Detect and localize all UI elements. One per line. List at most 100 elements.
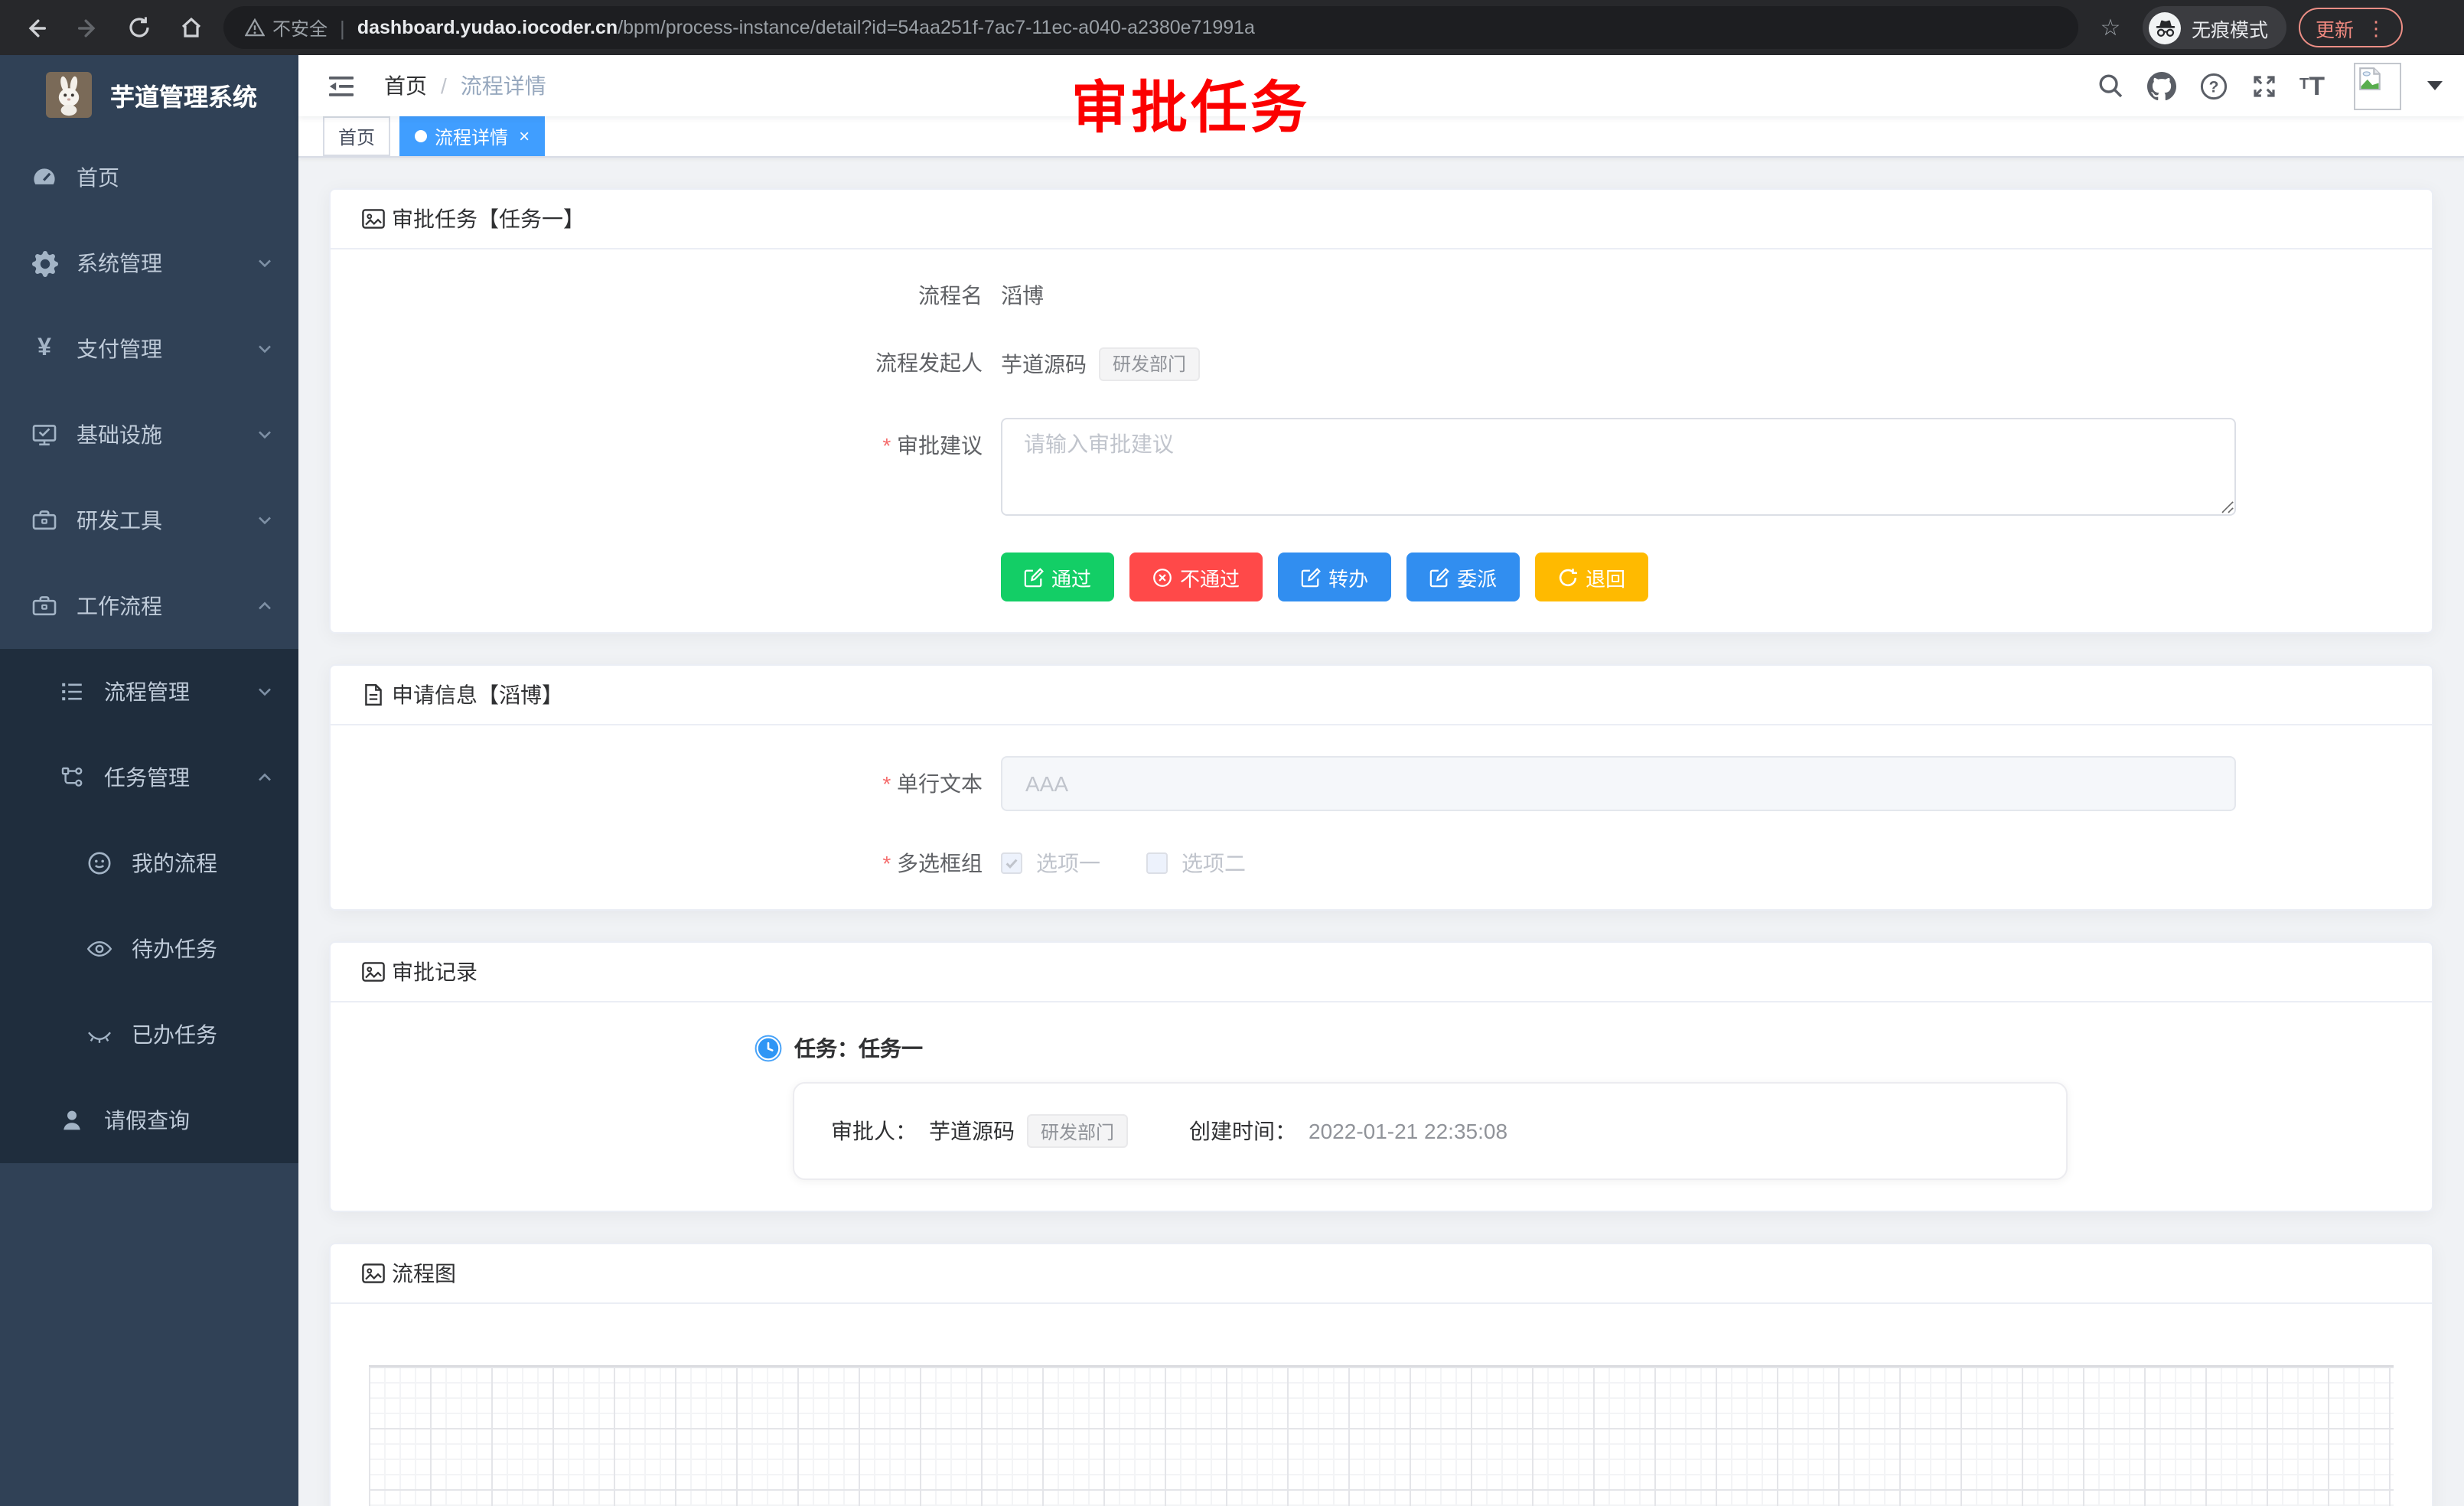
help-icon[interactable]: ?: [2198, 71, 2228, 100]
document-icon: [361, 683, 386, 708]
url-domain: dashboard.yudao.iocoder.cn: [357, 17, 618, 38]
task-title: 任务：任务一: [794, 1034, 923, 1064]
bpmn-canvas-grid[interactable]: [369, 1366, 2394, 1506]
picture-icon: [361, 207, 386, 232]
sidebar-item-process-mgmt[interactable]: 流程管理: [0, 649, 298, 735]
font-size-icon[interactable]: TT: [2299, 73, 2325, 99]
sidebar-item-todo-tasks[interactable]: 待办任务: [0, 906, 298, 992]
sidebar-item-label: 请假查询: [104, 1105, 274, 1136]
initiator-dept-tag: 研发部门: [1099, 348, 1200, 382]
checkbox-group-row: 多选框组 选项一 选项二: [369, 849, 2394, 879]
checkbox-unchecked-icon: [1146, 853, 1168, 875]
briefcase-icon: [31, 592, 58, 620]
chevron-down-icon: [256, 425, 274, 444]
sidebar-item-workflow[interactable]: 工作流程: [0, 563, 298, 649]
record-detail-card: 审批人：芋道源码 研发部门 创建时间： 2022-01-21 22:35:08: [793, 1083, 2068, 1181]
sidebar-item-leave-query[interactable]: 请假查询: [0, 1077, 298, 1163]
breadcrumb-separator: /: [441, 73, 447, 98]
reload-icon[interactable]: [119, 8, 159, 47]
sidebar-item-home[interactable]: 首页: [0, 135, 298, 220]
sidebar-item-infra[interactable]: 基础设施: [0, 392, 298, 478]
single-text-label: 单行文本: [369, 757, 1001, 812]
create-time-line: 创建时间： 2022-01-21 22:35:08: [1189, 1116, 1507, 1147]
user-icon: [58, 1107, 86, 1134]
sidebar-item-done-tasks[interactable]: 已办任务: [0, 992, 298, 1077]
search-icon[interactable]: [2096, 72, 2123, 99]
sidebar-item-label: 首页: [77, 162, 274, 193]
sidebar-item-system[interactable]: 系统管理: [0, 220, 298, 306]
sidebar-toggle-icon[interactable]: [317, 74, 366, 97]
sidebar-item-label: 工作流程: [77, 591, 237, 621]
page-content: 审批任务【任务一】 流程名 滔博 流程发起人 芋道源码 研发部门: [298, 158, 2464, 1506]
breadcrumb-home[interactable]: 首页: [384, 70, 427, 101]
tag-home[interactable]: 首页: [323, 116, 390, 156]
app-shell: 芋道管理系统 首页 系统管理 ¥ 支付管理 基础设施: [0, 55, 2464, 1506]
avatar-caret-icon[interactable]: [2427, 81, 2443, 90]
security-warning[interactable]: 不安全: [245, 15, 328, 41]
url-text: dashboard.yudao.iocoder.cn/bpm/process-i…: [357, 17, 1255, 38]
approve-button[interactable]: 通过: [1001, 553, 1114, 602]
flow-chart-card-header: 流程图: [331, 1245, 2432, 1305]
approve-task-card-body: 流程名 滔博 流程发起人 芋道源码 研发部门 审批建议: [331, 250, 2432, 633]
refresh-left-icon: [1558, 568, 1578, 588]
clock-icon: [755, 1035, 782, 1063]
single-text-row: 单行文本: [369, 757, 2394, 812]
top-navbar: 首页 / 流程详情 审批任务 ? TT: [298, 55, 2464, 116]
flow-chart-card: 流程图: [329, 1244, 2433, 1506]
approve-actions: 通过 不通过 转办 委: [1001, 553, 2394, 602]
sidebar-item-task-mgmt[interactable]: 任务管理: [0, 735, 298, 820]
avatar[interactable]: [2354, 62, 2401, 109]
navbar-tools: ? TT: [2096, 62, 2443, 109]
flow-chart-card-body: [331, 1305, 2432, 1506]
sidebar-item-label: 基础设施: [77, 419, 237, 450]
yen-icon: ¥: [31, 335, 58, 363]
card-title: 审批记录: [392, 957, 477, 988]
address-bar[interactable]: 不安全 | dashboard.yudao.iocoder.cn/bpm/pro…: [223, 6, 2078, 49]
suggest-textarea[interactable]: [1001, 419, 2236, 517]
sidebar-item-label: 已办任务: [132, 1019, 274, 1050]
chevron-down-icon: [256, 340, 274, 358]
chevron-down-icon: [256, 683, 274, 701]
reject-button[interactable]: 不通过: [1129, 553, 1263, 602]
tag-label: 首页: [338, 123, 375, 149]
browser-menu-icon[interactable]: ⋮: [2366, 18, 2386, 37]
github-icon[interactable]: [2146, 71, 2176, 100]
active-dot-icon: [415, 130, 427, 142]
checkbox-label: 选项一: [1036, 849, 1100, 879]
tag-label: 流程详情: [435, 123, 508, 149]
card-title: 流程图: [392, 1259, 456, 1289]
assignee-dept-tag: 研发部门: [1027, 1115, 1128, 1149]
tag-process-detail[interactable]: 流程详情 ×: [399, 116, 545, 156]
card-title: 申请信息【滔博】: [392, 680, 563, 711]
chevron-up-icon: [256, 597, 274, 615]
logo-rabbit-avatar: [46, 72, 92, 118]
back-icon[interactable]: [15, 8, 55, 47]
approval-record-card-body: 任务：任务一 审批人：芋道源码 研发部门 创建时间： 2022-01-21 22…: [331, 1003, 2432, 1211]
close-icon[interactable]: ×: [519, 126, 530, 147]
eye-closed-icon: [86, 1021, 113, 1048]
sidebar-item-my-process[interactable]: 我的流程: [0, 820, 298, 906]
transfer-button[interactable]: 转办: [1278, 553, 1391, 602]
red-annotation-title: 审批任务: [1071, 61, 1310, 144]
sidebar-item-pay[interactable]: ¥ 支付管理: [0, 306, 298, 392]
fullscreen-icon[interactable]: [2251, 73, 2277, 99]
picture-icon: [361, 960, 386, 985]
browser-update-button[interactable]: 更新 ⋮: [2299, 8, 2403, 47]
chevron-up-icon: [256, 768, 274, 787]
sidebar-logo[interactable]: 芋道管理系统: [0, 55, 298, 135]
warning-icon: [245, 18, 265, 37]
forward-icon[interactable]: [67, 8, 107, 47]
chevron-down-icon: [256, 511, 274, 530]
initiator-value: 芋道源码: [1001, 350, 1087, 380]
sidebar-item-devtools[interactable]: 研发工具: [0, 478, 298, 563]
sidebar-item-label: 我的流程: [132, 848, 274, 878]
monitor-icon: [31, 421, 58, 448]
initiator-row: 流程发起人 芋道源码 研发部门: [369, 348, 2394, 382]
assignee-line: 审批人：芋道源码 研发部门: [831, 1115, 1128, 1149]
bookmark-star-icon[interactable]: ☆: [2091, 8, 2130, 47]
initiator-label: 流程发起人: [369, 348, 1001, 379]
checkbox-option-1: 选项一: [1001, 849, 1100, 879]
delegate-button[interactable]: 委派: [1406, 553, 1520, 602]
home-icon[interactable]: [171, 8, 211, 47]
return-button[interactable]: 退回: [1535, 553, 1648, 602]
